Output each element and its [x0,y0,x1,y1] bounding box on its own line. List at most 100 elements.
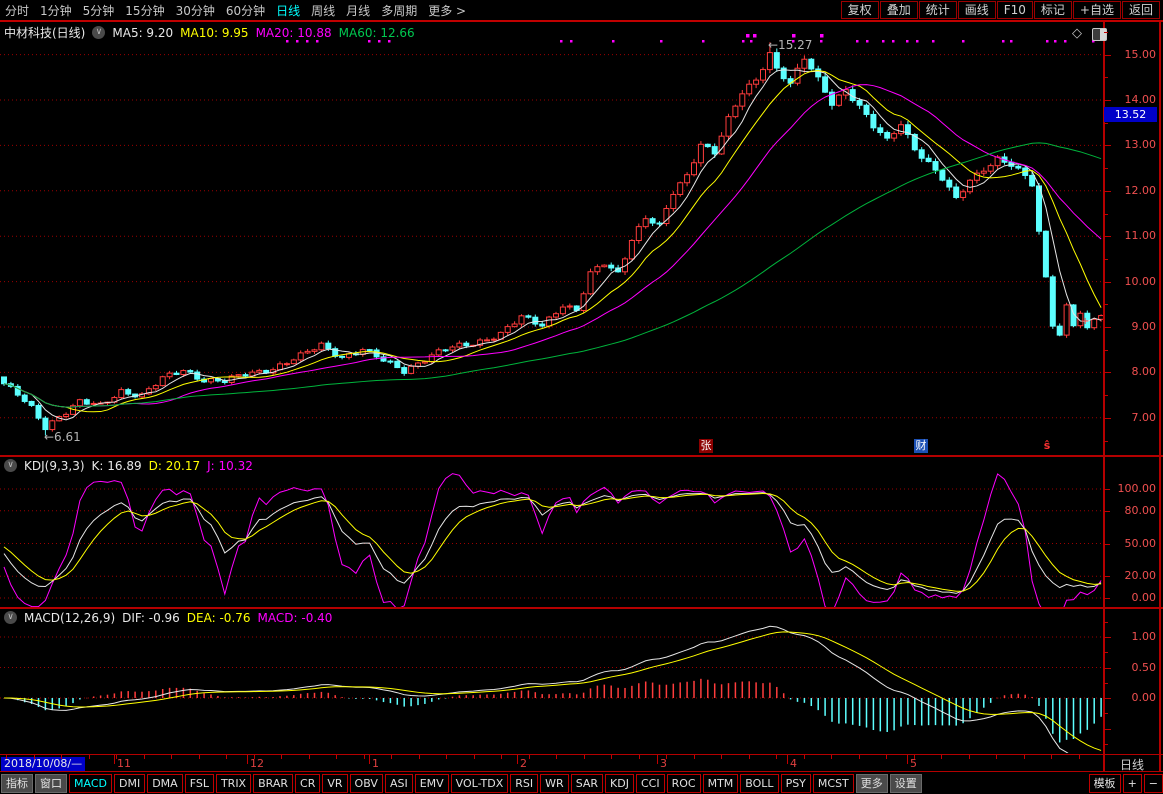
date-axis-tick [611,755,612,759]
tab-chuangkou[interactable]: 窗口 [35,774,67,793]
tab-roc[interactable]: ROC [667,774,701,793]
axis-tick [1104,168,1108,169]
ma10-value: MA10: 9.95 [180,26,248,40]
ma60-value: MA60: 12.66 [339,26,415,40]
toolbar-button-fanhui[interactable]: 返回 [1122,1,1160,19]
tab-kdj[interactable]: KDJ [605,774,634,793]
menu-item-fenshi[interactable]: 分时 [5,2,29,19]
macd-axis-label: 1.00 [1106,630,1156,643]
tab-dmi[interactable]: DMI [114,774,145,793]
axis-tick [1104,350,1108,351]
date-axis-tick [226,755,227,759]
tab-asi[interactable]: ASI [385,774,413,793]
macd-chart-svg[interactable] [0,609,1103,753]
toolbar-button-tongji[interactable]: 统计 [919,1,957,19]
axis-tick [1104,327,1111,328]
menu-item-daily[interactable]: 日线 [276,2,300,19]
tab-dma[interactable]: DMA [147,774,183,793]
axis-tick [1104,511,1110,512]
axis-tick [1104,489,1110,490]
menu-item-more[interactable]: 更多 > [428,2,466,19]
collapse-chevron-icon[interactable]: ∨ [92,26,105,39]
date-axis-tick [34,755,35,759]
tab-minus[interactable]: − [1144,774,1163,793]
trading-terminal-window: 分时 1分钟 5分钟 15分钟 30分钟 60分钟日线周线月线多周期更多 > 复权叠加统计… [0,0,1163,794]
menu-item-min5[interactable]: 5分钟 [83,2,115,19]
event-marker-dividend[interactable]: ŝ [1040,439,1054,453]
axis-tick [1104,668,1111,669]
price-axis-label: 9.00 [1106,320,1156,333]
tab-obv[interactable]: OBV [350,774,383,793]
main-chart-svg[interactable] [0,22,1103,455]
last-candle-cursor: + [1081,316,1089,327]
tab-emv[interactable]: EMV [415,774,449,793]
event-marker-cai[interactable]: 财 [914,439,928,453]
menu-item-min30[interactable]: 30分钟 [176,2,215,19]
tab-brar[interactable]: BRAR [253,774,293,793]
panel-split-icon[interactable] [1092,28,1107,41]
axis-tick [1104,418,1111,419]
date-axis-tick [144,755,145,759]
kdj-d-value: D: 20.17 [149,459,200,473]
tab-rsi[interactable]: RSI [510,774,538,793]
menu-item-min1[interactable]: 1分钟 [40,2,72,19]
diamond-marker-icon[interactable]: ◇ [1072,26,1082,41]
tab-zhibiao[interactable]: 指标 [1,774,33,793]
date-axis-tick [1051,755,1052,759]
date-axis-start: 2018/10/08/— [1,757,85,771]
axis-tick [1104,713,1108,714]
menu-item-weekly[interactable]: 周线 [311,2,335,19]
price-axis-label: 11.00 [1106,229,1156,242]
event-marker-zhang[interactable]: 张 [699,439,713,453]
tab-boll[interactable]: BOLL [740,774,778,793]
menu-item-multi[interactable]: 多周期 [381,2,417,19]
toolbar-button-diejia[interactable]: 叠加 [880,1,918,19]
menu-item-monthly[interactable]: 月线 [346,2,370,19]
kdj-panel-header: ∨ KDJ(9,3,3) K: 16.89 D: 20.17 J: 10.32 [4,458,253,473]
date-axis-tick [171,755,172,759]
tab-trix[interactable]: TRIX [216,774,251,793]
macd-panel-header: ∨ MACD(12,26,9) DIF: -0.96 DEA: -0.76 MA… [4,610,332,625]
tab-mtm[interactable]: MTM [703,774,739,793]
macd-collapse-chevron-icon[interactable]: ∨ [4,611,17,624]
toolbar-button-biaoji[interactable]: 标记 [1034,1,1072,19]
kdj-collapse-chevron-icon[interactable]: ∨ [4,459,17,472]
tab-plus[interactable]: + [1123,774,1142,793]
toolbar-button-f10[interactable]: F10 [997,1,1033,19]
tab-gengduo[interactable]: 更多 [856,774,888,793]
month-tick [787,755,788,764]
tab-sar[interactable]: SAR [571,774,603,793]
date-axis-tick [886,755,887,759]
date-axis-tick [804,755,805,759]
date-axis-tick [859,755,860,759]
menu-item-min15[interactable]: 15分钟 [125,2,164,19]
tab-vr[interactable]: VR [322,774,347,793]
macd-date-separator [0,754,1163,755]
date-axis-tick [501,755,502,759]
axis-tick [1104,441,1108,442]
axis-tick [1104,372,1111,373]
tab-voltdx[interactable]: VOL-TDX [451,774,509,793]
toolbar-button-huaxian[interactable]: 画线 [958,1,996,19]
kdj-chart-svg[interactable] [0,457,1103,607]
tab-moban[interactable]: 模板 [1089,774,1121,793]
menu-item-min60[interactable]: 60分钟 [226,2,265,19]
toolbar-button-zixuan[interactable]: +自选 [1073,1,1121,19]
tab-wr[interactable]: WR [540,774,569,793]
tab-psy[interactable]: PSY [781,774,811,793]
tab-shezhi[interactable]: 设置 [890,774,922,793]
indicator-tabbar: 指标窗口MACDDMIDMAFSLTRIXBRARCRVROBVASIEMVVO… [0,772,1163,794]
tab-mcst[interactable]: MCST [813,774,854,793]
low-price-annotation: ←6.61 [44,430,81,444]
toolbar-button-fuquan[interactable]: 复权 [841,1,879,19]
tab-fsl[interactable]: FSL [185,774,214,793]
tab-cr[interactable]: CR [295,774,320,793]
top-menubar: 分时 1分钟 5分钟 15分钟 30分钟 60分钟日线周线月线多周期更多 > 复权叠加统计… [0,0,1163,22]
main-kdj-separator[interactable] [0,455,1163,457]
tab-macd[interactable]: MACD [69,774,112,793]
axis-tick [1104,145,1111,146]
kdj-macd-separator[interactable] [0,607,1163,609]
tab-cci[interactable]: CCI [636,774,665,793]
axis-tick [1104,214,1108,215]
date-axis-tick [199,755,200,759]
